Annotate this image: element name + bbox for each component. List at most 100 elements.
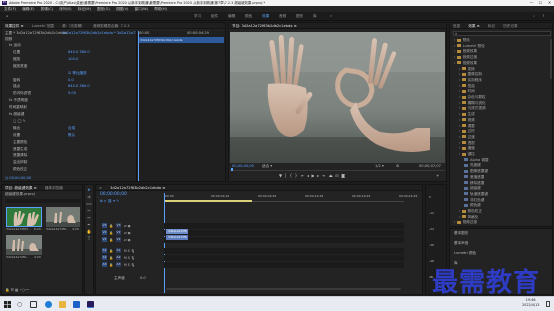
program-quality-dropdown[interactable]: 1/2 ▾ [375,164,384,169]
share-icon[interactable]: ⇪ [542,14,545,19]
home-icon[interactable]: ⌂ [6,14,8,19]
effect-property-row[interactable]: 时间重映射 [9,105,27,110]
effects-tree-item[interactable]: › 视频 [459,118,475,123]
track-lock-icon[interactable]: 🔒 [109,255,113,261]
effects-tree-item[interactable]: › 沉浸式视频 [459,106,486,111]
track-name[interactable]: A3 [116,262,121,267]
effects-tree-item[interactable]: › 通道 [459,146,475,151]
effect-property-row[interactable]: 主要颜色 [13,140,27,145]
project-thumbnail[interactable] [6,235,42,255]
list-view-icon[interactable]: ☰ [11,288,14,292]
edge-browser-icon[interactable] [45,301,52,308]
track-source-patch[interactable]: V1 [102,237,107,242]
track-mute-solo-controls[interactable]: M S 🎙 [124,262,135,268]
frame-back-icon[interactable]: ◂ [307,173,309,178]
snap-icon[interactable]: ∩ [104,199,107,203]
razor-tool-icon[interactable]: ✂ [86,208,92,214]
effects-scrollbar[interactable] [550,39,552,79]
go-to-in-icon[interactable]: { [290,173,293,178]
play-icon[interactable]: ▶ [312,173,315,178]
effect-property-value[interactable]: ☑ 等比缩放 [68,71,87,76]
project-search-input[interactable] [5,199,81,203]
timeline-settings-icon[interactable]: ✎ [116,199,119,203]
effects-tree-item[interactable]: › 颜色校正 [459,209,482,214]
menu-help[interactable]: 帮助(H) [154,7,167,11]
effects-tree-item[interactable]: 亮度键 [464,163,481,168]
effects-tree-item[interactable]: › 视频过渡 [454,220,477,225]
effects-tree-item[interactable]: 颜色键 [464,203,481,208]
tab-media-browser[interactable]: 媒体浏览器 [45,186,63,190]
effect-property-value[interactable]: 640.0 360.0 [68,50,90,55]
track-lane[interactable] [164,223,404,229]
effects-tree-item[interactable]: 非红色键 [464,198,484,203]
program-settings-icon[interactable]: ⚙ [396,164,399,169]
extract-icon[interactable]: ⊟ [335,173,338,178]
effect-property-value[interactable]: 0.0 [68,78,74,83]
premiere-taskbar-icon[interactable] [87,301,94,308]
effect-controls-timecode[interactable]: ◷ 00;00;00;00 [5,176,31,181]
track-lane[interactable] [164,230,404,236]
windows-start-icon[interactable] [4,301,11,308]
effects-tree-item[interactable]: › 音频过渡 [454,55,477,60]
effect-property-value[interactable]: 640.0 360.0 [68,84,90,89]
tab-effect-controls[interactable]: 效果控件 ≡ [5,24,24,28]
project-thumbnail[interactable] [6,207,42,227]
panel-essential-graphics[interactable]: 基本图形 [454,231,468,236]
taskbar-clock[interactable]: 19:46 2022/4/13 [522,298,539,308]
tab-source[interactable]: 源:（无剪辑） [62,24,85,28]
menu-file[interactable]: 文件(F) [4,7,16,11]
track-name[interactable]: V2 [116,230,121,235]
track-source-patch[interactable]: A3 [102,262,107,267]
program-scrub-bar[interactable] [230,170,445,171]
effects-search-input[interactable]: ⌕ [453,31,551,36]
selection-tool-icon[interactable]: ➤ [86,187,92,193]
mini-playhead[interactable] [138,31,139,181]
slip-tool-icon[interactable]: ↔ [86,215,92,221]
hand-tool-icon[interactable]: ✋ [86,229,92,235]
effect-property-value[interactable]: 0.00 [68,91,76,96]
track-visibility-icon[interactable]: ⇄ ◉ [124,223,130,229]
timeline-timecode[interactable]: 00;00;00;00 [100,192,127,197]
button-editor-icon[interactable]: + [436,173,439,179]
timeline-clip-v1[interactable]: 3d2a12a72f6 [166,235,188,240]
panel-essential-sound[interactable]: 基本声音 [454,241,468,246]
track-lock-icon[interactable]: 🔒 [109,262,113,268]
effects-tree-item[interactable]: › 预设 [454,38,470,43]
effects-tree-item[interactable]: › 视频效果 [454,61,477,66]
mark-in-icon[interactable]: ▼ [279,173,282,178]
workspace-effects[interactable]: 效果 [262,14,269,19]
effects-tree-item[interactable]: › 风格化 [459,215,478,220]
effect-controls-clip[interactable]: 3d2a12a72f63b2db2c1ebda * 3d2a12a72f63b2… [62,31,136,36]
panel-lumetri-color[interactable]: Lumetri 颜色 [454,251,476,256]
effect-property-row[interactable]: 颜色校正 [13,167,27,172]
file-explorer-icon[interactable] [59,301,66,308]
effect-property-row[interactable]: 缩放宽度 [13,64,27,69]
tab-info[interactable]: 信息 [453,24,460,28]
effects-tree-item[interactable]: › 图像控制 [459,72,482,77]
mini-timeline-clip[interactable]: 3d2a12a72f63b2db2c1ebda [138,37,224,43]
effect-property-row[interactable]: 遮罩生成 [13,147,27,152]
effects-tree-item[interactable]: › 键控 [459,152,475,157]
program-playhead[interactable] [231,168,233,171]
track-visibility-icon[interactable]: ⇄ ◉ [124,230,130,236]
workspace-graphics[interactable]: 图形 [296,14,303,19]
menu-window[interactable]: 窗口(W) [135,7,149,11]
menu-view[interactable]: 视图(V) [116,7,128,11]
effects-tree-item[interactable]: › 时间 [459,89,475,94]
tab-effects[interactable]: 效果 ≡ [468,24,479,28]
track-lane[interactable] [164,237,404,243]
track-source-patch[interactable]: V2 [102,230,107,235]
work-area-bar[interactable] [164,200,252,202]
effect-property-row[interactable]: 位置 [13,50,20,55]
ripple-edit-tool-icon[interactable]: ⟺ [86,201,92,207]
mark-out-icon[interactable]: │ [285,173,287,178]
timeline-playhead[interactable] [164,193,165,293]
menu-sequence[interactable]: 序列(S) [59,7,71,11]
effects-tree-item[interactable]: › Lumetri 预设 [454,44,485,49]
track-lock-icon[interactable]: 🔒 [109,237,113,243]
track-mute-solo-controls[interactable]: M S 🎙 [124,248,135,254]
timeline-horizontal-scrollbar[interactable] [166,288,401,290]
nest-icon[interactable]: ⧉ [100,199,103,203]
effects-tree-item[interactable]: › 杂色与颗粒 [459,95,486,100]
effect-property-value[interactable]: 默认 [68,133,75,138]
